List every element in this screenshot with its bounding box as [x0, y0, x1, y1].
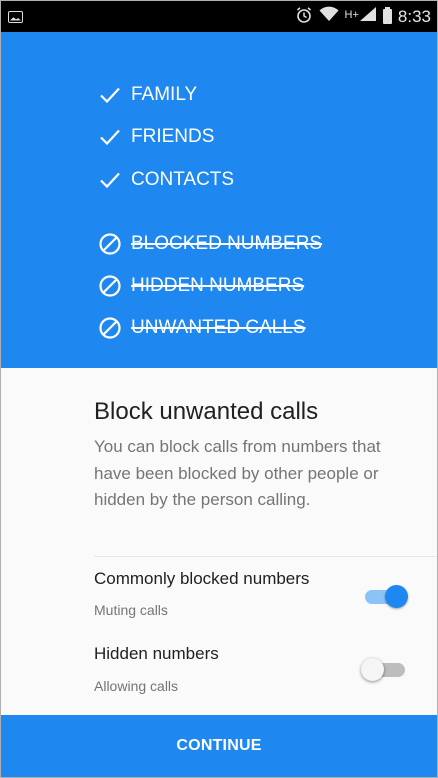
commonly-blocked-toggle[interactable] [361, 584, 409, 608]
blocked-item-label: UNWANTED CALLS [131, 317, 306, 338]
block-icon [98, 274, 122, 298]
block-icon [98, 232, 122, 256]
blocked-item-unwanted-calls: UNWANTED CALLS [98, 314, 306, 342]
allowed-item-family: FAMILY [98, 81, 197, 109]
blocked-item-blocked-numbers: BLOCKED NUMBERS [98, 230, 322, 258]
allowed-item-friends: FRIENDS [98, 123, 214, 151]
checkmark-icon [98, 168, 122, 192]
setting-status: Muting calls [94, 602, 168, 618]
hidden-numbers-toggle[interactable] [361, 657, 409, 681]
network-type-label: H+ [344, 9, 359, 21]
setting-title: Commonly blocked numbers [94, 569, 310, 588]
blocked-item-hidden-numbers: HIDDEN NUMBERS [98, 272, 304, 300]
allowed-item-label: CONTACTS [131, 169, 235, 190]
hero-banner: FAMILY FRIENDS CONTACTS BLOCKED NUMBERS … [1, 32, 437, 368]
continue-button[interactable]: CONTINUE [1, 715, 437, 777]
checkmark-icon [98, 125, 122, 149]
battery-icon [382, 7, 392, 24]
allowed-item-label: FRIENDS [131, 126, 215, 147]
image-notification-icon [8, 10, 23, 23]
page-title: Block unwanted calls [94, 398, 319, 425]
setting-status: Allowing calls [94, 678, 179, 694]
setting-title: Hidden numbers [94, 644, 219, 663]
app-screen: H+ 8:33 FAMILY FRIENDS CONTACTS BLOCKED … [0, 0, 438, 778]
status-bar: H+ 8:33 [1, 1, 437, 32]
blocked-item-label: HIDDEN NUMBERS [131, 275, 305, 296]
settings-content: Block unwanted calls You can block calls… [1, 368, 437, 715]
signal-icon [359, 6, 377, 27]
toggle-thumb [385, 585, 408, 608]
blocked-item-label: BLOCKED NUMBERS [131, 233, 323, 254]
divider [94, 556, 437, 557]
checkmark-icon [98, 83, 122, 107]
allowed-item-label: FAMILY [131, 84, 198, 105]
status-time: 8:33 [397, 6, 431, 26]
block-icon [98, 316, 122, 340]
wifi-icon [319, 6, 339, 27]
alarm-icon [295, 6, 313, 27]
allowed-item-contacts: CONTACTS [98, 166, 234, 194]
page-description: You can block calls from numbers that ha… [94, 437, 381, 509]
toggle-thumb [361, 658, 384, 681]
